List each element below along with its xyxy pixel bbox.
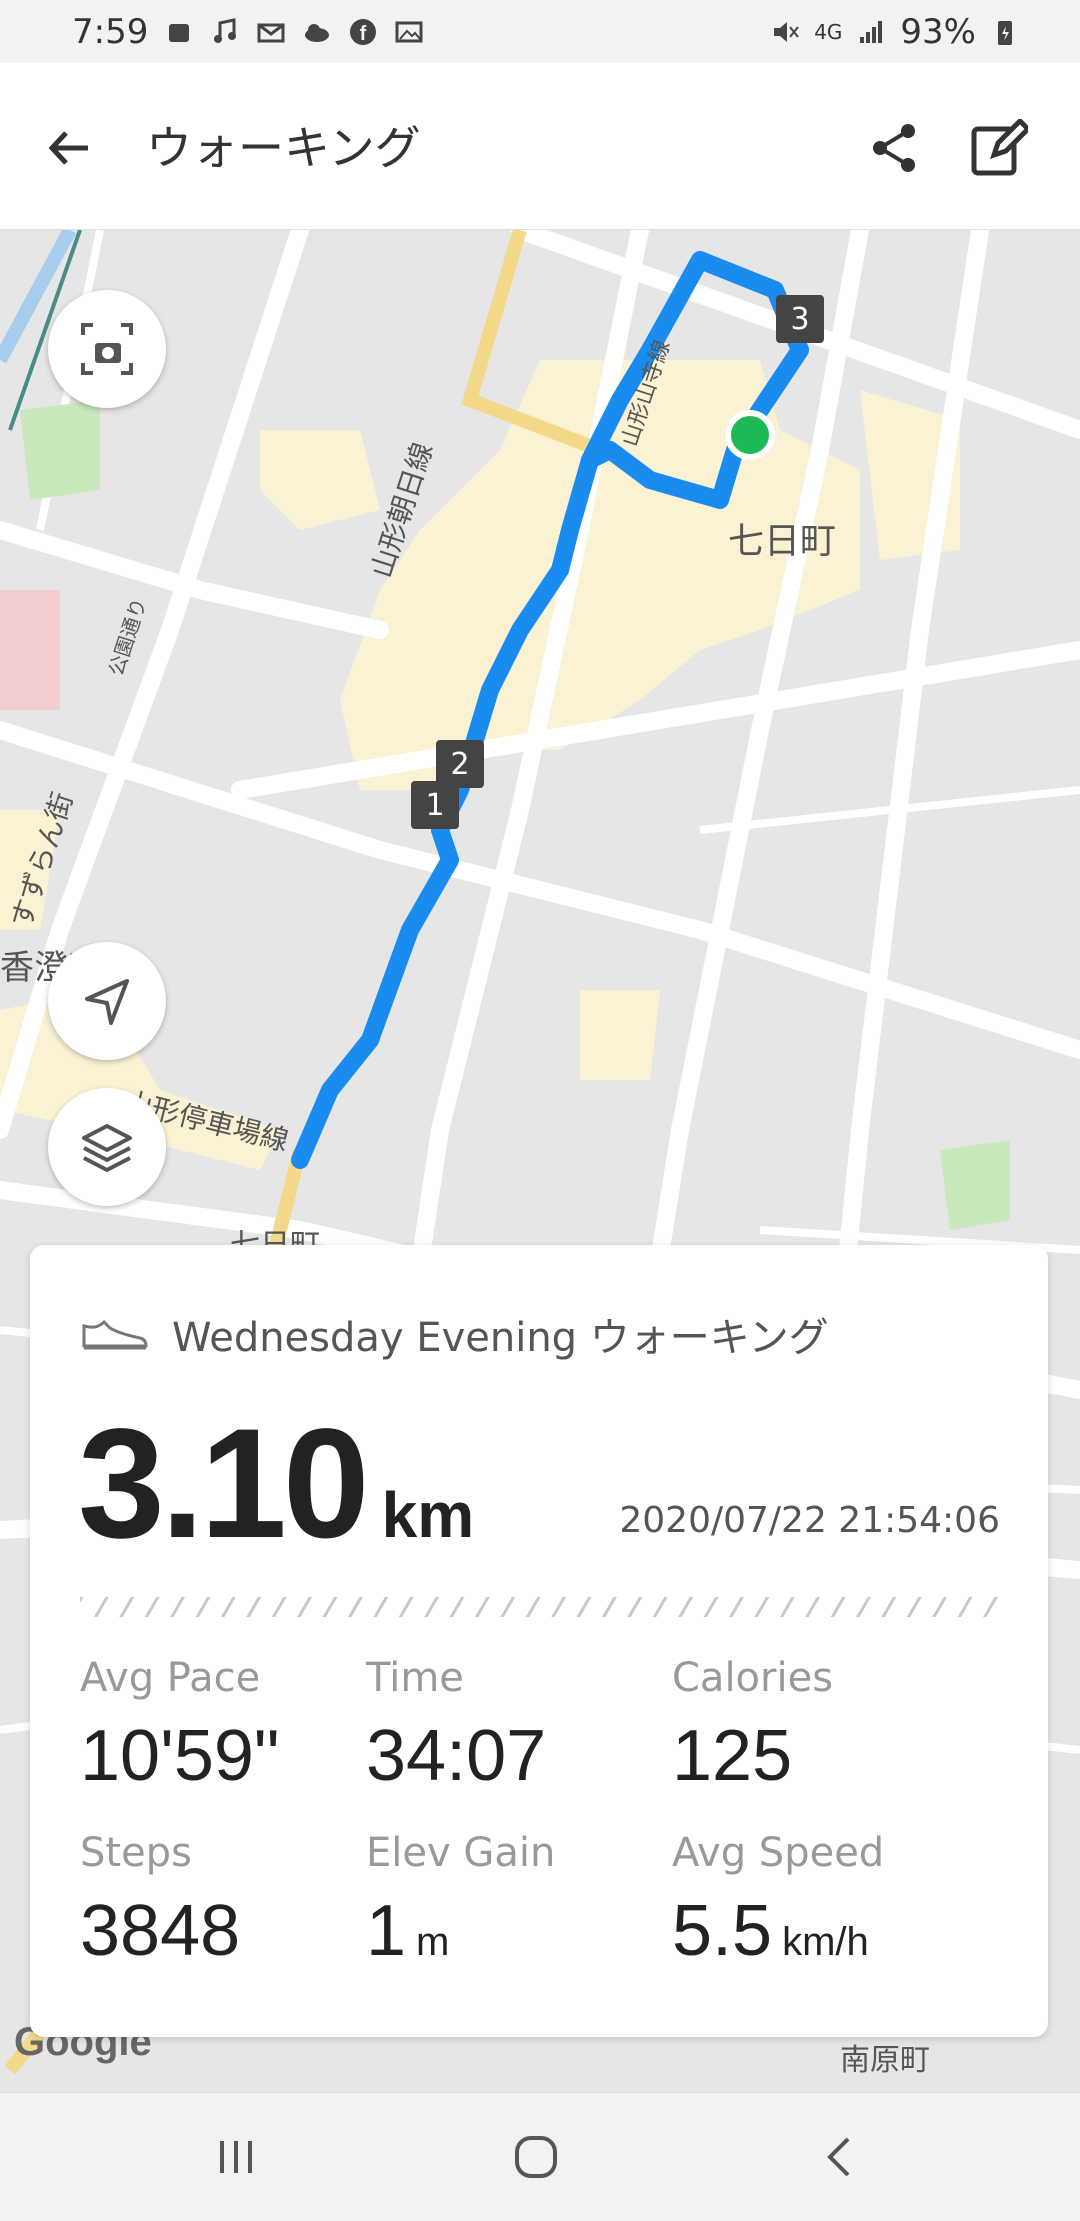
mute-icon	[770, 17, 800, 47]
stat-label: Time	[366, 1655, 464, 1701]
page-title: ウォーキング	[146, 121, 421, 175]
svg-text:f: f	[360, 23, 367, 45]
status-time: 7:59	[72, 11, 149, 52]
stat-value: 10'59"	[80, 1716, 280, 1796]
stat-value: 3848	[80, 1891, 241, 1971]
photo-icon	[394, 17, 424, 47]
back-button[interactable]	[34, 113, 104, 183]
map-label-minamihara: 南原町	[840, 2043, 930, 2078]
stat-elev-gain: Elev Gain 1m	[366, 1830, 555, 1972]
edit-icon	[971, 119, 1028, 176]
distance-display: 3.10 km	[78, 1395, 474, 1574]
stat-value: 125	[672, 1716, 793, 1796]
activity-heading: Wednesday Evening ウォーキング	[80, 1305, 829, 1363]
route-marker-3[interactable]: 3	[776, 295, 824, 343]
signal-icon	[856, 17, 886, 47]
home-button[interactable]	[506, 2127, 566, 2187]
cloud-icon	[302, 17, 332, 47]
stat-label: Avg Pace	[80, 1655, 261, 1701]
stat-label: Elev Gain	[366, 1830, 556, 1876]
app-bar: ウォーキング	[0, 63, 1080, 230]
route-marker-1[interactable]: 1	[411, 781, 459, 829]
stat-avg-pace: Avg Pace 10'59"	[80, 1655, 279, 1797]
shoe-icon	[82, 1319, 148, 1350]
stat-value: 1	[366, 1891, 407, 1971]
status-right: 4G 93%	[770, 12, 1080, 52]
end-point	[725, 410, 775, 460]
stat-value: 34:07	[366, 1716, 547, 1796]
layers-button[interactable]	[48, 1088, 166, 1206]
navigation-arrow-icon	[85, 979, 129, 1025]
camera-icon	[81, 323, 133, 375]
facebook-icon: f	[348, 17, 378, 47]
stat-unit: km/h	[782, 1920, 869, 1964]
stat-calories: Calories 125	[672, 1655, 833, 1797]
stat-avg-speed: Avg Speed 5.5 km/h	[672, 1830, 884, 1972]
battery-icon	[990, 17, 1020, 47]
distance-value: 3.10	[78, 1397, 370, 1571]
stat-label: Calories	[672, 1655, 834, 1701]
stat-label: Steps	[80, 1830, 192, 1876]
locate-button[interactable]	[48, 942, 166, 1060]
status-left: 7:59 f	[0, 12, 424, 52]
screenshot-button[interactable]	[48, 290, 166, 408]
layers-icon	[82, 1124, 132, 1172]
home-icon	[515, 2136, 557, 2178]
recents-icon	[220, 2141, 252, 2173]
stat-unit: m	[416, 1920, 450, 1964]
arrow-left-icon	[48, 131, 88, 165]
share-button[interactable]	[860, 113, 930, 183]
activity-title: Wednesday Evening ウォーキング	[172, 1315, 829, 1361]
status-bar: 7:59 f 4G 93%	[0, 0, 1080, 63]
stat-value-wrap: 5.5 km/h	[672, 1890, 884, 1972]
share-icon	[873, 124, 915, 172]
recent-apps-button[interactable]	[206, 2127, 266, 2187]
music-icon	[210, 17, 240, 47]
stat-time: Time 34:07	[366, 1655, 546, 1797]
system-nav-bar	[0, 2092, 1080, 2221]
distance-unit: km	[381, 1479, 475, 1551]
divider	[80, 1597, 1000, 1617]
map-label-district: 七日町	[728, 521, 837, 562]
edit-button[interactable]	[964, 113, 1034, 183]
mail-icon	[256, 17, 286, 47]
activity-summary-card: Wednesday Evening ウォーキング 3.10 km 2020/07…	[30, 1245, 1048, 2037]
stat-label: Avg Speed	[672, 1830, 885, 1876]
back-nav-button[interactable]	[810, 2127, 870, 2187]
stat-value-wrap: 1m	[366, 1890, 555, 1972]
notification-icon	[164, 17, 194, 47]
stat-value: 5.5	[672, 1891, 773, 1971]
activity-datetime: 2020/07/22 21:54:06	[619, 1500, 1000, 1541]
stat-steps: Steps 3848	[80, 1830, 240, 1972]
chevron-left-icon	[827, 2137, 850, 2177]
network-type: 4G	[814, 19, 843, 44]
battery-percent: 93%	[900, 11, 976, 52]
route-marker-2[interactable]: 2	[436, 740, 484, 788]
